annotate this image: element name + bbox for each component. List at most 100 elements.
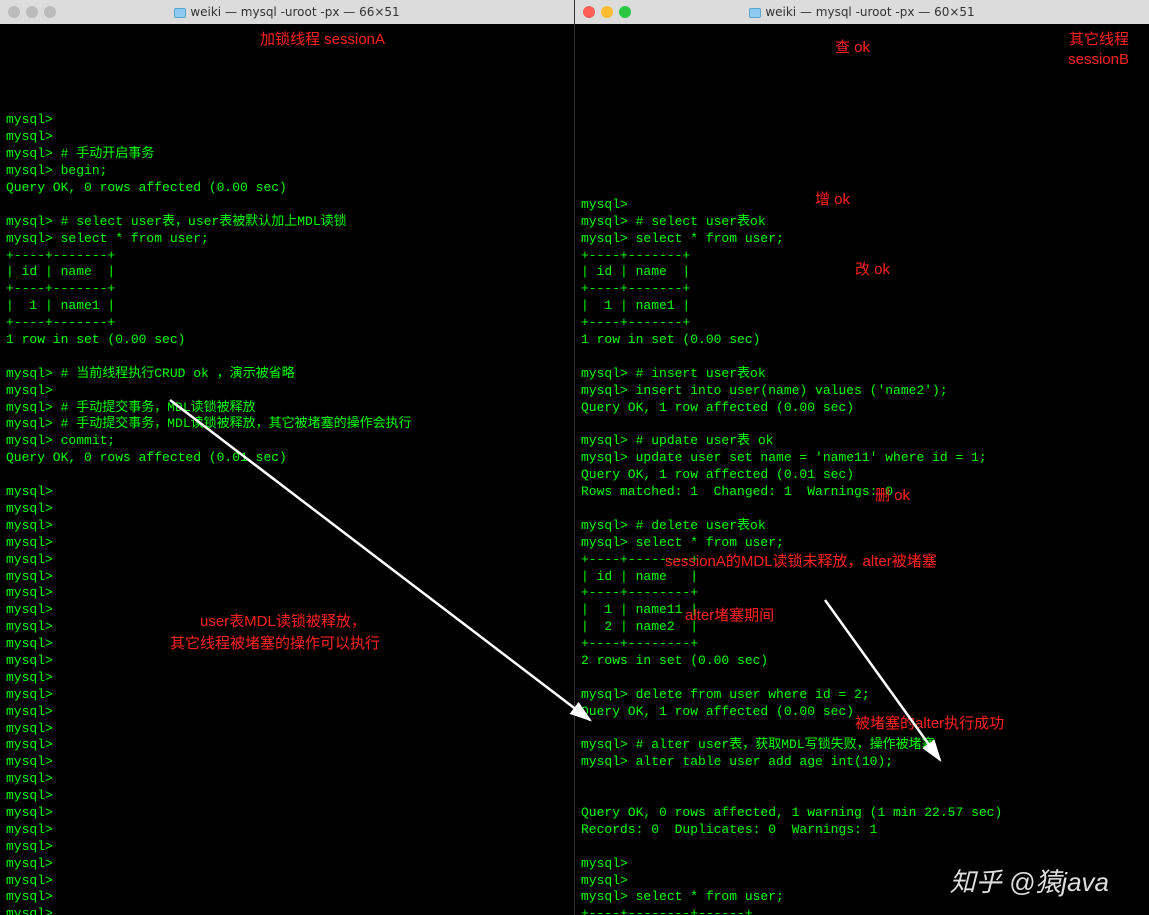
- terminal-line: mysql> alter table user add age int(10);: [581, 754, 1143, 771]
- terminal-line: +----+-------+: [6, 248, 568, 265]
- terminal-line: +----+--------+: [581, 636, 1143, 653]
- terminal-line: mysql>: [6, 906, 568, 915]
- terminal-line: mysql> # 手动提交事务，MDL读锁被释放: [6, 400, 568, 417]
- terminal-line: mysql>: [6, 889, 568, 906]
- terminal-line: mysql>: [6, 129, 568, 146]
- terminal-line: Query OK, 0 rows affected (0.01 sec): [6, 450, 568, 467]
- titlebar-left[interactable]: weiki — mysql -uroot -px — 66×51: [0, 0, 574, 24]
- terminal-line: mysql>: [6, 619, 568, 636]
- terminal-line: mysql>: [6, 484, 568, 501]
- terminal-line: mysql> # select user表，user表被默认加上MDL读锁: [6, 214, 568, 231]
- terminal-line: mysql>: [6, 653, 568, 670]
- terminal-line: mysql> # insert user表ok: [581, 366, 1143, 383]
- terminal-line: +----+-------+: [6, 315, 568, 332]
- terminal-line: | 1 | name11 |: [581, 602, 1143, 619]
- terminal-line: mysql>: [6, 856, 568, 873]
- terminal-line: mysql>: [581, 873, 1143, 890]
- terminal-line: +----+--------+------+: [581, 906, 1143, 915]
- terminal-line: mysql>: [6, 501, 568, 518]
- terminal-line: [6, 197, 568, 214]
- terminal-line: [581, 670, 1143, 687]
- terminal-line: mysql> delete from user where id = 2;: [581, 687, 1143, 704]
- terminal-body-left[interactable]: 加锁线程 sessionA user表MDL读锁被释放， 其它线程被堵塞的操作可…: [0, 24, 574, 915]
- terminal-line: mysql> begin;: [6, 163, 568, 180]
- terminal-line: [6, 349, 568, 366]
- maximize-icon[interactable]: [619, 6, 631, 18]
- terminal-line: mysql> select * from user;: [6, 231, 568, 248]
- terminal-line: | id | name |: [581, 569, 1143, 586]
- terminal-line: [581, 501, 1143, 518]
- titlebar-right[interactable]: weiki — mysql -uroot -px — 60×51: [575, 0, 1149, 24]
- terminal-line: mysql>: [6, 518, 568, 535]
- terminal-line: +----+--------+: [581, 552, 1143, 569]
- maximize-icon[interactable]: [44, 6, 56, 18]
- terminal-line: mysql> update user set name = 'name11' w…: [581, 450, 1143, 467]
- folder-icon: [749, 8, 761, 18]
- terminal-line: mysql> # update user表 ok: [581, 433, 1143, 450]
- terminal-line: +----+-------+: [6, 281, 568, 298]
- terminal-line: mysql> # 手动开启事务: [6, 146, 568, 163]
- terminal-line: mysql> select * from user;: [581, 889, 1143, 906]
- terminal-line: mysql> # select user表ok: [581, 214, 1143, 231]
- window-title-left: weiki — mysql -uroot -px — 66×51: [0, 5, 574, 19]
- terminal-line: Records: 0 Duplicates: 0 Warnings: 1: [581, 822, 1143, 839]
- terminal-line: mysql>: [6, 112, 568, 129]
- minimize-icon[interactable]: [601, 6, 613, 18]
- annot-session-b: 其它线程sessionB: [1068, 30, 1129, 69]
- terminal-line: mysql>: [6, 721, 568, 738]
- terminal-line: mysql> insert into user(name) values ('n…: [581, 383, 1143, 400]
- terminal-body-right[interactable]: 查 ok 其它线程sessionB 增 ok 改 ok 删 ok session…: [575, 24, 1149, 915]
- terminal-line: +----+-------+: [581, 248, 1143, 265]
- window-title-right: weiki — mysql -uroot -px — 60×51: [575, 5, 1149, 19]
- terminal-line: 1 row in set (0.00 sec): [6, 332, 568, 349]
- terminal-line: mysql>: [6, 383, 568, 400]
- terminal-line: mysql> # alter user表，获取MDL写锁失败，操作被堵塞: [581, 737, 1143, 754]
- terminal-right: weiki — mysql -uroot -px — 60×51 查 ok 其它…: [575, 0, 1149, 915]
- terminal-line: +----+-------+: [581, 315, 1143, 332]
- terminal-left: weiki — mysql -uroot -px — 66×51 加锁线程 se…: [0, 0, 575, 915]
- terminal-line: mysql>: [6, 687, 568, 704]
- terminal-line: mysql>: [6, 552, 568, 569]
- terminal-line: mysql>: [6, 585, 568, 602]
- terminal-line: mysql>: [581, 856, 1143, 873]
- terminal-line: mysql>: [6, 805, 568, 822]
- terminal-line: mysql> # 手动提交事务，MDL读锁被释放，其它被堵塞的操作会执行: [6, 416, 568, 433]
- terminal-line: [6, 467, 568, 484]
- terminal-line: mysql>: [6, 788, 568, 805]
- terminal-line: mysql>: [6, 873, 568, 890]
- close-icon[interactable]: [8, 6, 20, 18]
- terminal-line: Rows matched: 1 Changed: 1 Warnings: 0: [581, 484, 1143, 501]
- terminal-line: | id | name |: [6, 264, 568, 281]
- terminal-line: 2 rows in set (0.00 sec): [581, 653, 1143, 670]
- terminal-line: [581, 771, 1143, 788]
- terminal-line: mysql>: [6, 670, 568, 687]
- terminal-line: +----+-------+: [581, 281, 1143, 298]
- terminal-line: mysql>: [6, 771, 568, 788]
- terminal-line: Query OK, 0 rows affected, 1 warning (1 …: [581, 805, 1143, 822]
- annot-cha-ok: 查 ok: [835, 38, 870, 58]
- minimize-icon[interactable]: [26, 6, 38, 18]
- terminal-line: | id | name |: [581, 264, 1143, 281]
- terminal-line: mysql>: [581, 197, 1143, 214]
- terminal-line: mysql> select * from user;: [581, 231, 1143, 248]
- folder-icon: [174, 8, 186, 18]
- terminal-line: Query OK, 1 row affected (0.01 sec): [581, 467, 1143, 484]
- terminal-line: mysql>: [6, 839, 568, 856]
- terminal-line: mysql>: [6, 822, 568, 839]
- terminal-line: mysql> commit;: [6, 433, 568, 450]
- terminal-line: 1 row in set (0.00 sec): [581, 332, 1143, 349]
- close-icon[interactable]: [583, 6, 595, 18]
- terminal-line: Query OK, 0 rows affected (0.00 sec): [6, 180, 568, 197]
- terminal-line: [581, 349, 1143, 366]
- terminal-line: Query OK, 1 row affected (0.00 sec): [581, 704, 1143, 721]
- terminal-line: | 2 | name2 |: [581, 619, 1143, 636]
- terminal-line: mysql> # 当前线程执行CRUD ok ，演示被省略: [6, 366, 568, 383]
- annot-session-a: 加锁线程 sessionA: [260, 30, 385, 50]
- terminal-line: [581, 839, 1143, 856]
- terminal-line: mysql>: [6, 737, 568, 754]
- terminal-line: mysql>: [6, 704, 568, 721]
- terminal-line: mysql>: [6, 602, 568, 619]
- terminal-line: [581, 788, 1143, 805]
- terminal-line: mysql>: [6, 569, 568, 586]
- terminal-line: mysql>: [6, 636, 568, 653]
